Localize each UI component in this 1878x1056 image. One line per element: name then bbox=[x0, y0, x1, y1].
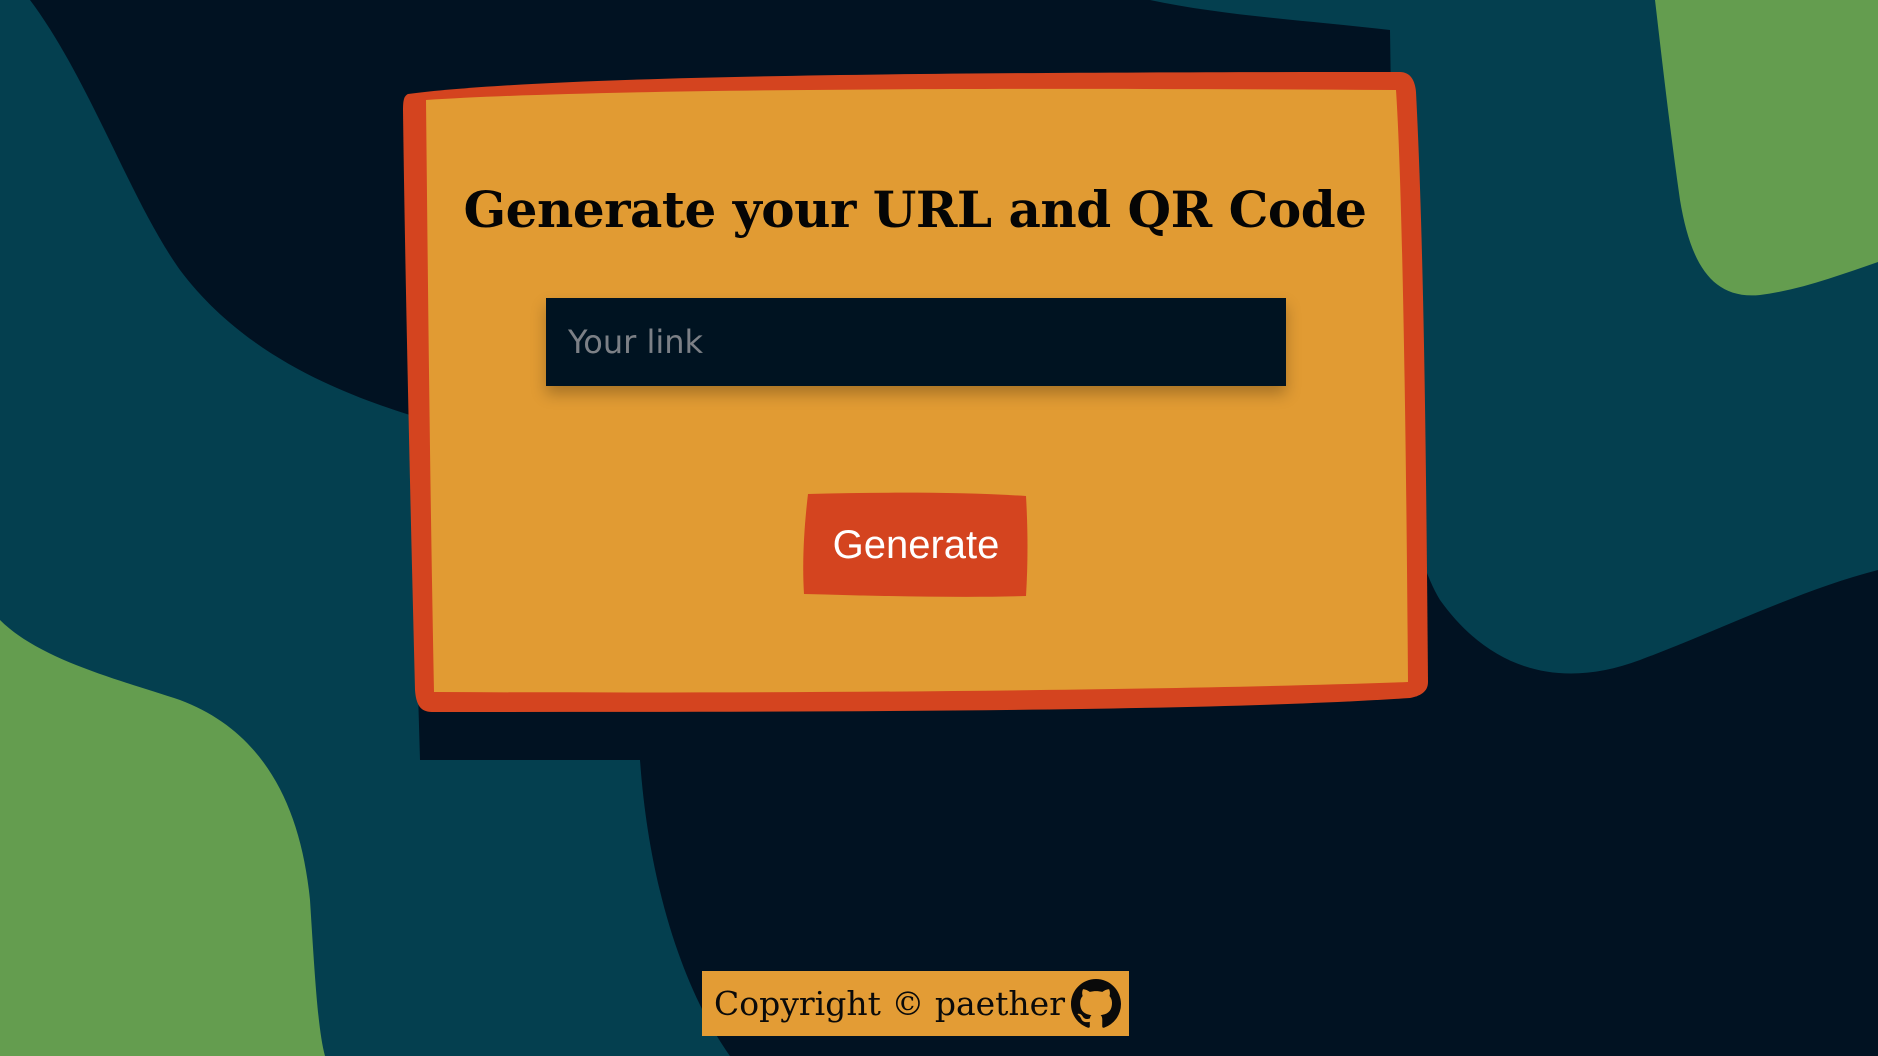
copyright-text: Copyright © paether bbox=[714, 984, 1065, 1023]
generate-button[interactable]: Generate bbox=[802, 492, 1030, 598]
github-link[interactable] bbox=[1071, 979, 1121, 1029]
link-input[interactable] bbox=[546, 298, 1286, 386]
card-content: Generate your URL and QR Code Generate bbox=[400, 70, 1430, 720]
github-icon bbox=[1071, 979, 1121, 1028]
generator-card: Generate your URL and QR Code Generate bbox=[400, 70, 1430, 720]
generate-button-label: Generate bbox=[832, 523, 1000, 567]
page-title: Generate your URL and QR Code bbox=[463, 180, 1367, 239]
page: Generate your URL and QR Code Generate C… bbox=[0, 0, 1878, 1056]
footer: Copyright © paether bbox=[702, 971, 1129, 1036]
